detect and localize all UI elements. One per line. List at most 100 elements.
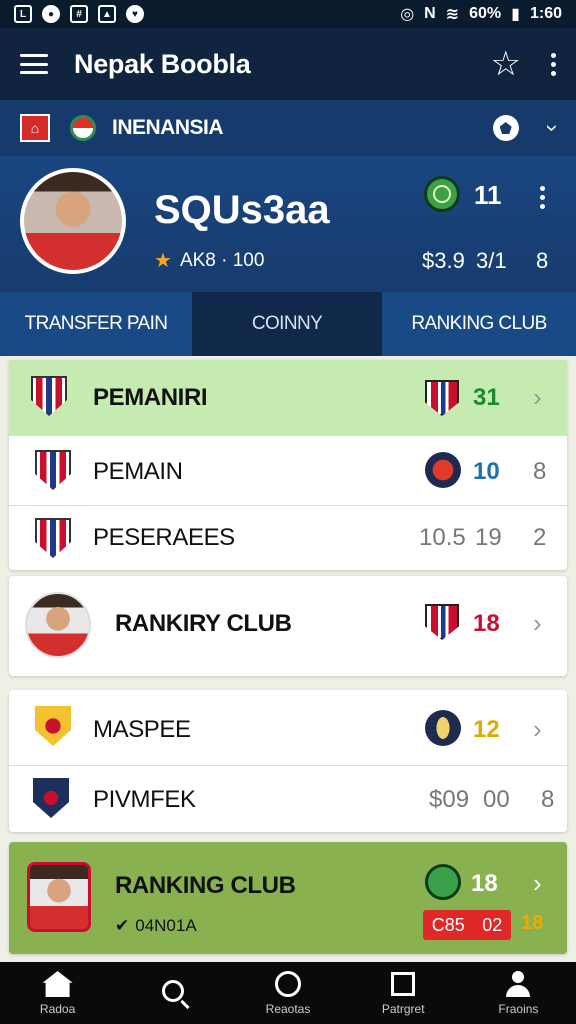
notification-icon: ● [42,5,60,23]
list-item-label: PEMAIN [93,458,183,485]
trophy-icon: ⌂ [20,114,50,142]
app-bar: Nepak Boobla ☆ [0,28,576,100]
chevron-down-icon[interactable]: › [539,124,565,131]
tab-coin[interactable]: COINNY [192,292,382,356]
list-item[interactable]: PESERAEES 10.5 19 2 [9,506,567,570]
ranking-club-featured-card[interactable]: RANKING CLUB ✔ 04N01A 18 › C85 02 18 [9,842,567,954]
square-icon [391,972,416,996]
player-stat-count: 8 [536,248,549,273]
player-list-card: PEMANIRI 31 › PEMAIN 10 8 PESERAEES 10.5… [9,360,567,570]
football-icon[interactable] [492,115,519,141]
club-crest-icon [35,706,71,746]
score-tag-a: C85 [431,914,465,935]
notification-icon: ♥ [126,5,144,23]
score-tag-c: 18 [521,912,544,934]
player-name: SQUs3aa [154,188,330,232]
list-item[interactable]: PIVMFEK $09 00 8 [9,766,567,832]
check-icon: ✔ [115,916,130,935]
player-avatar [25,592,91,658]
list-item-value: 00 [483,786,510,813]
ranking-club-sub: ✔ 04N01A [115,916,197,936]
player-subtitle-text: AK8 · 100 [179,249,265,271]
list-item-extra: 8 [533,458,547,485]
club-crest-icon [35,518,71,558]
nav-label: Radoa [39,1002,76,1016]
list-item-pre: $09 [429,786,470,813]
player-stat-ratio: 3/1 [476,248,507,273]
chevron-right-icon[interactable]: › [533,382,542,413]
ranking-club-label: RANKING CLUB [115,872,296,899]
flag-icon [70,115,96,141]
list-item-value: 19 [475,524,502,551]
list-item-extra: 2 [533,524,547,551]
star-icon: ★ [154,250,172,272]
vibrate-icon: ◎ [400,6,415,23]
status-bar: L ● # ▲ ♥ ◎ N ≋ 60% ▮ 1:60 [0,0,576,28]
club-list-card: MASPEE 12 › PIVMFEK $09 00 8 [9,690,567,832]
ranking-club-label: RANKIRY CLUB [115,610,292,637]
nav-profile[interactable]: Fraoins [461,962,576,1024]
club-badge-icon [424,176,460,212]
list-item-value: 10 [473,458,500,485]
club-crest-icon [35,450,71,490]
player-subtitle: ★ AK8 · 100 [154,248,264,273]
list-item-label: PIVMFEK [93,786,196,813]
score-tag-b: 02 [482,914,503,935]
chevron-right-icon[interactable]: › [533,608,542,639]
app-title: Nepak Boobla [74,48,251,79]
list-item-value: 31 [473,384,500,411]
club-crest-icon [31,376,67,416]
tab-ranking-club[interactable]: RANKING CLUB [382,292,576,356]
menu-icon[interactable] [20,54,48,74]
nav-label: Patrgret [381,1002,425,1016]
nav-label: Fraoins [498,1002,539,1016]
list-item-label: MASPEE [93,716,191,743]
player-stat-value: $3.9 [422,248,465,273]
profile-icon [506,971,531,997]
list-item-value: 12 [473,716,500,743]
list-item[interactable]: PEMAIN 10 8 [9,436,567,506]
tab-transfer[interactable]: TRANSFER PAIN [0,292,192,356]
tab-bar: TRANSFER PAIN COINNY RANKING CLUB [0,292,576,356]
nav-reports[interactable]: Reaotas [230,962,345,1024]
list-item-label: PEMANIRI [93,384,208,411]
list-item-label: PESERAEES [93,524,235,551]
profile-options-icon[interactable] [540,186,545,209]
player-count: 11 [474,180,502,210]
team-badge-icon [425,604,459,640]
nav-squad[interactable]: Patrgret [346,962,461,1024]
club-badge-icon [425,864,461,900]
chevron-right-icon[interactable]: › [533,714,542,745]
list-item[interactable]: MASPEE 12 › [9,690,567,766]
team-badge-icon [425,710,461,746]
league-name: INENANSIA [112,116,224,139]
list-item[interactable]: PEMANIRI 31 › [9,360,567,436]
wifi-icon: ≋ [445,6,460,23]
nav-search[interactable] [115,962,230,1024]
league-selector[interactable]: ⌂ INENANSIA › [0,100,576,156]
notification-icon: # [70,5,88,23]
ranking-club-sub-text: 04N01A [135,916,197,935]
circle-icon [275,971,301,997]
ranking-value: 18 [471,870,498,897]
signal-icon: N [424,5,436,22]
favorite-star-icon[interactable]: ☆ [491,47,521,81]
ranking-club-card[interactable]: RANKIRY CLUB 18 › [9,576,567,676]
player-crest-avatar [27,862,91,932]
nav-home[interactable]: Radoa [0,962,115,1024]
list-item-pre: 10.5 [419,524,466,551]
ranking-value: 18 [473,610,500,637]
more-options-icon[interactable] [551,52,556,76]
home-icon [42,971,73,997]
chevron-right-icon[interactable]: › [533,868,542,899]
bottom-navigation: Radoa Reaotas Patrgret Fraoins [0,962,576,1024]
clock: 1:60 [529,5,562,22]
notification-icon: ▲ [98,5,116,23]
battery-icon: ▮ [511,6,520,23]
notification-icon: L [14,5,32,23]
player-avatar[interactable] [20,168,126,274]
battery-percent: 60% [469,5,502,22]
team-badge-icon [425,380,459,416]
score-tag: C85 02 [423,910,511,940]
nav-label: Reaotas [265,1002,311,1016]
